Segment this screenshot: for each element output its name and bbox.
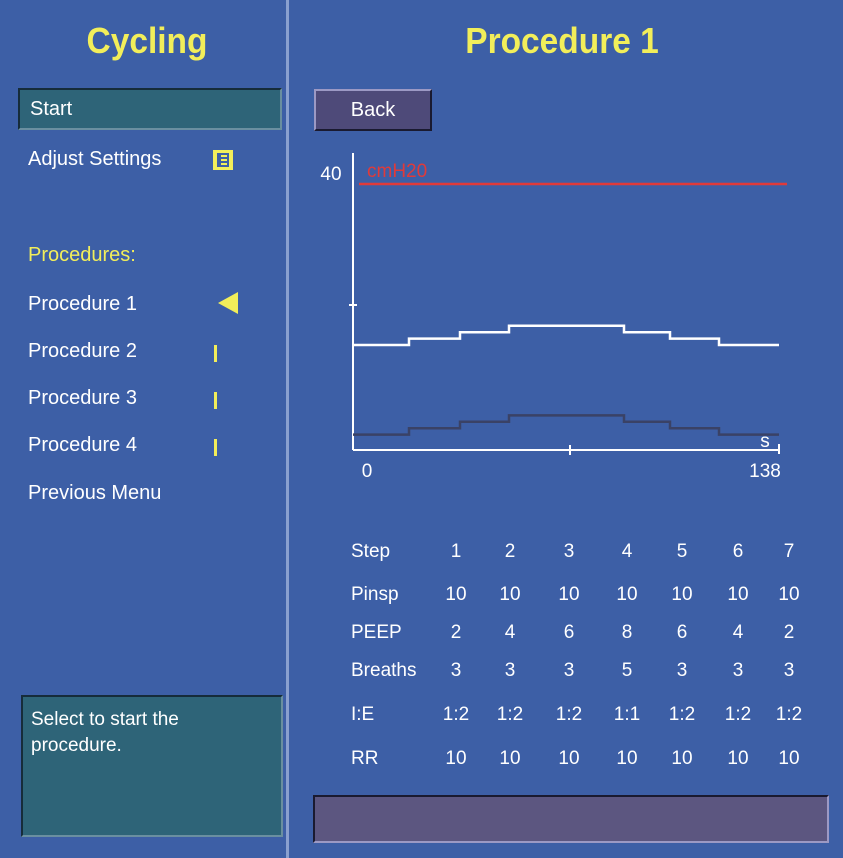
y-unit-label: cmH20 <box>367 161 427 182</box>
procedure-1-item[interactable]: Procedure 1 <box>28 293 137 316</box>
table-row-label: Breaths <box>351 660 417 681</box>
procedure-4-item[interactable]: Procedure 4 <box>28 434 137 457</box>
table-cell: 6 <box>563 622 575 643</box>
table-row-label: PEEP <box>351 622 402 643</box>
table-cell: 10 <box>616 584 638 605</box>
table-cell: 10 <box>558 748 580 769</box>
table-cell: 4 <box>621 541 633 562</box>
table-cell: 3 <box>783 660 795 681</box>
table-cell: 3 <box>563 660 575 681</box>
table-cell: 10 <box>558 584 580 605</box>
table-cell: 3 <box>676 660 688 681</box>
table-cell: 3 <box>504 660 516 681</box>
table-cell: 7 <box>783 541 795 562</box>
table-cell: 1:2 <box>668 704 696 725</box>
table-cell: 4 <box>504 622 516 643</box>
table-cell: 5 <box>676 541 688 562</box>
table-cell: 10 <box>727 748 749 769</box>
peep-trace-line <box>353 414 779 436</box>
table-cell: 1:1 <box>613 704 641 725</box>
table-cell: 10 <box>778 748 800 769</box>
table-cell: 8 <box>621 622 633 643</box>
procedure-2-marker-icon <box>214 345 217 362</box>
table-cell: 6 <box>676 622 688 643</box>
previous-menu-item[interactable]: Previous Menu <box>28 482 161 505</box>
table-row-label: Pinsp <box>351 584 399 605</box>
x-tick-label-138: 138 <box>749 461 781 482</box>
table-cell: 3 <box>450 660 462 681</box>
pressure-chart: 40 cmH200 138s <box>320 153 787 482</box>
table-cell: 2 <box>450 622 462 643</box>
table-row-label: I:E <box>351 704 375 725</box>
procedure-panel: Procedure 1 Back 40 cmH20 0 138 s Step 1 2 3 4 5 6… <box>289 8 835 850</box>
settings-list-icon <box>213 150 233 170</box>
left-menu-panel: Cycling Start Adjust Settings Procedures… <box>8 8 286 850</box>
table-cell: 10 <box>445 584 467 605</box>
selected-arrow-icon <box>218 292 238 314</box>
table-row-label: RR <box>351 748 379 769</box>
pinsp-trace-line <box>353 324 779 347</box>
status-bar <box>313 795 829 843</box>
table-cell: 3 <box>732 660 744 681</box>
table-cell: 10 <box>671 584 693 605</box>
table-cell: 1:2 <box>775 704 803 725</box>
table-cell: 10 <box>727 584 749 605</box>
table-row-label: Step <box>351 541 391 562</box>
procedure-2-item[interactable]: Procedure 2 <box>28 340 137 363</box>
table-cell: 4 <box>732 622 744 643</box>
y-tick-label-40: 40 <box>320 164 341 185</box>
start-button[interactable]: Start <box>18 88 282 130</box>
table-cell: 10 <box>778 584 800 605</box>
procedure-4-marker-icon <box>214 439 217 456</box>
procedure-3-item[interactable]: Procedure 3 <box>28 387 137 410</box>
adjust-settings-label: Adjust Settings <box>28 148 162 170</box>
table-cell: 1:2 <box>724 704 752 725</box>
table-cell: 6 <box>732 541 744 562</box>
adjust-settings-item[interactable]: Adjust Settings <box>28 148 161 171</box>
table-cell: 10 <box>445 748 467 769</box>
table-cell: 1 <box>450 541 462 562</box>
help-text-box: Select to start the procedure. <box>21 695 283 837</box>
menu-title: Cycling <box>86 20 208 61</box>
table-cell: 10 <box>671 748 693 769</box>
table-cell: 1:2 <box>442 704 470 725</box>
app-screen: Cycling Start Adjust Settings Procedures… <box>0 0 843 858</box>
table-cell: 10 <box>499 748 521 769</box>
table-cell: 10 <box>499 584 521 605</box>
table-cell: 1:2 <box>555 704 583 725</box>
table-cell: 2 <box>504 541 516 562</box>
table-cell: 2 <box>783 622 795 643</box>
table-cell: 5 <box>621 660 633 681</box>
table-cell: 1:2 <box>496 704 524 725</box>
table-cell: 3 <box>563 541 575 562</box>
table-cell: 10 <box>616 748 638 769</box>
x-tick-label-0: 0 <box>362 461 373 482</box>
procedure-3-marker-icon <box>214 392 217 409</box>
procedures-heading: Procedures: <box>28 244 136 266</box>
